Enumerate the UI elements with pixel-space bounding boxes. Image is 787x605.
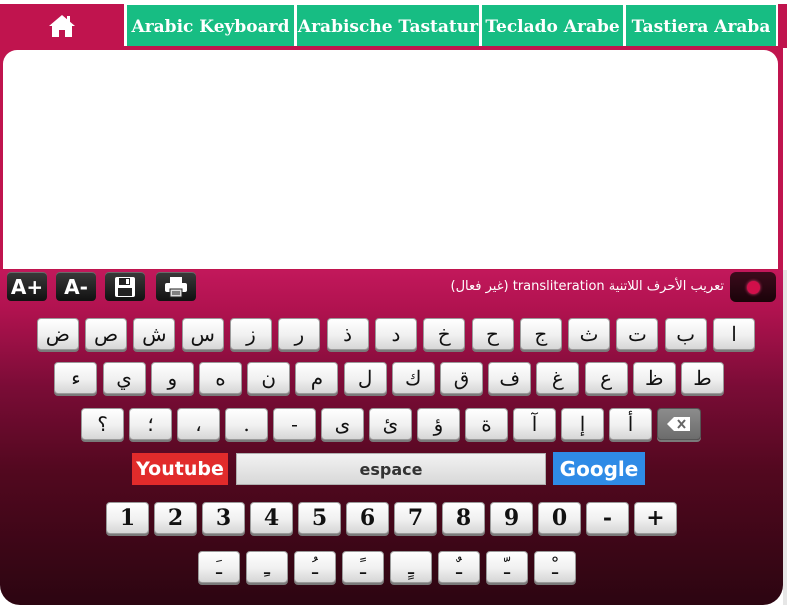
key-إ[interactable]: إ: [561, 408, 604, 440]
key-ث[interactable]: ث: [568, 318, 611, 350]
panel-edge: [783, 270, 787, 605]
key-num-8[interactable]: 8: [442, 502, 485, 534]
key-ئ[interactable]: ئ: [369, 408, 412, 440]
key-ه[interactable]: ه: [199, 362, 242, 394]
key-num-9[interactable]: 9: [490, 502, 533, 534]
key-diacritic-6[interactable]: ـّ: [486, 551, 528, 583]
key-diacritic-7[interactable]: ـْ: [534, 551, 576, 583]
key-ل[interactable]: ل: [343, 362, 387, 394]
backspace-icon: [667, 417, 690, 431]
key-ن[interactable]: ن: [247, 362, 291, 394]
nav-edge: [778, 4, 787, 48]
tab-arabic-keyboard[interactable]: Arabic Keyboard: [127, 5, 294, 49]
key-num-5[interactable]: 5: [298, 502, 341, 534]
key-ة[interactable]: ة: [465, 408, 508, 440]
key-num-plus[interactable]: +: [634, 502, 677, 534]
text-editor[interactable]: [3, 50, 778, 269]
key-ر[interactable]: ر: [278, 318, 321, 350]
key-،[interactable]: ،: [177, 408, 220, 440]
key-غ[interactable]: غ: [536, 362, 580, 394]
key-أ[interactable]: أ: [609, 408, 652, 440]
youtube-button[interactable]: Youtube: [132, 453, 228, 485]
key-و[interactable]: و: [150, 362, 194, 394]
key-num-minus[interactable]: -: [586, 502, 629, 534]
key-ز[interactable]: ز: [230, 318, 272, 350]
transliteration-toggle[interactable]: [730, 272, 776, 302]
home-icon: [49, 15, 75, 37]
key-ب[interactable]: ب: [664, 318, 707, 350]
key-ى[interactable]: ى: [321, 408, 364, 440]
key-ؤ[interactable]: ؤ: [417, 408, 460, 440]
key-ف[interactable]: ف: [488, 362, 532, 394]
home-button[interactable]: [0, 4, 124, 48]
key-ظ[interactable]: ظ: [632, 362, 676, 394]
backspace-key[interactable]: [657, 408, 701, 440]
printer-icon: [165, 276, 187, 297]
google-button[interactable]: Google: [553, 452, 645, 485]
tab-arabische-tastatur[interactable]: Arabische Tastatur: [297, 5, 479, 49]
key-diacritic-5[interactable]: ـٌ: [438, 551, 480, 583]
key-م[interactable]: م: [295, 362, 339, 394]
key-ا[interactable]: ا: [713, 318, 755, 350]
key-س[interactable]: س: [181, 318, 224, 350]
key-ت[interactable]: ت: [616, 318, 659, 350]
key-ق[interactable]: ق: [440, 362, 483, 394]
key-period[interactable]: .: [225, 408, 268, 440]
font-increase-button[interactable]: A+: [7, 272, 47, 301]
key-diacritic-2[interactable]: ـُ: [294, 551, 336, 583]
key-num-1[interactable]: 1: [106, 502, 149, 534]
top-nav: Arabic Keyboard Arabische Tastatur Tecla…: [0, 0, 787, 50]
key-num-2[interactable]: 2: [154, 502, 197, 534]
key-ك[interactable]: ك: [391, 362, 435, 394]
key-خ[interactable]: خ: [423, 318, 466, 350]
key-ء[interactable]: ء: [54, 362, 98, 394]
key-ي[interactable]: ي: [102, 362, 146, 394]
transliteration-label: تعريب الأحرف اللاتنية transliteration (غ…: [450, 279, 724, 294]
key-ط[interactable]: ط: [681, 362, 724, 394]
key-num-0[interactable]: 0: [538, 502, 581, 534]
save-button[interactable]: [105, 272, 145, 301]
key-ش[interactable]: ش: [133, 318, 176, 350]
key-؟[interactable]: ؟: [81, 408, 124, 440]
key-num-4[interactable]: 4: [250, 502, 293, 534]
tab-teclado-arabe[interactable]: Teclado Arabe: [482, 5, 623, 49]
key-diacritic-3[interactable]: ـً: [342, 551, 384, 583]
key-آ[interactable]: آ: [513, 408, 556, 440]
key-د[interactable]: د: [374, 318, 417, 350]
tab-tastiera-araba[interactable]: Tastiera Araba: [626, 5, 776, 49]
key-ج[interactable]: ج: [519, 318, 562, 350]
key-ص[interactable]: ص: [85, 318, 128, 350]
print-button[interactable]: [156, 272, 196, 301]
font-decrease-button[interactable]: A-: [56, 272, 96, 301]
key-ذ[interactable]: ذ: [326, 318, 369, 350]
key-ع[interactable]: ع: [584, 362, 628, 394]
key-diacritic-0[interactable]: ـَ: [198, 551, 240, 583]
key-؛[interactable]: ؛: [129, 408, 172, 440]
key-dash[interactable]: -: [273, 408, 316, 440]
key-num-6[interactable]: 6: [346, 502, 389, 534]
space-key[interactable]: espace: [236, 453, 546, 485]
floppy-disk-icon: [115, 276, 135, 297]
key-ض[interactable]: ض: [36, 318, 79, 350]
toggle-icon: [746, 280, 760, 294]
key-ح[interactable]: ح: [471, 318, 514, 350]
key-diacritic-1[interactable]: ـِ: [246, 551, 288, 583]
key-diacritic-4[interactable]: ـٍ: [390, 551, 432, 583]
key-num-3[interactable]: 3: [202, 502, 245, 534]
key-num-7[interactable]: 7: [394, 502, 437, 534]
